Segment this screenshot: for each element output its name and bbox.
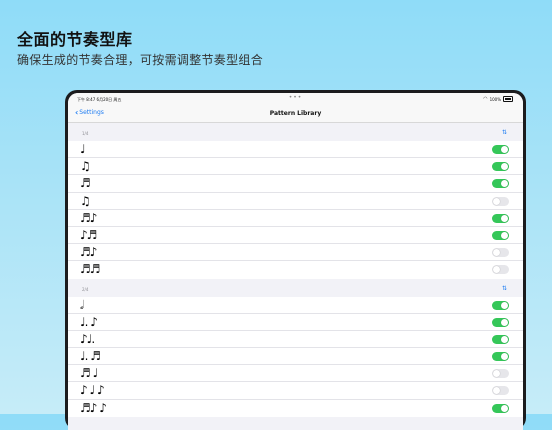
toggle-knob — [501, 163, 508, 171]
rhythm-pattern-notation: ♬ ♩ — [80, 366, 98, 381]
toggle-knob — [501, 231, 508, 239]
enable-toggle[interactable] — [492, 213, 509, 223]
rhythm-pattern-notation: ♫ — [80, 193, 91, 208]
toggle-knob — [493, 266, 500, 274]
rhythm-pattern-notation: ♩ — [80, 142, 86, 156]
rhythm-pattern-notation: ♬♪ — [80, 210, 97, 225]
page-title: Pattern Library — [269, 110, 322, 117]
enable-toggle[interactable] — [492, 265, 509, 275]
toggle-knob — [493, 370, 500, 378]
enable-toggle[interactable] — [492, 248, 509, 258]
pattern-row: ♩. ♬ — [68, 348, 523, 366]
pattern-row: ♬♬ — [68, 261, 523, 279]
enable-toggle[interactable] — [492, 162, 509, 172]
pattern-row: ♪ ♩ ♪ — [68, 382, 523, 400]
enable-toggle[interactable] — [492, 403, 509, 413]
toggle-knob — [501, 180, 508, 188]
toggle-knob — [501, 318, 508, 326]
pattern-row: ♪♬ — [68, 226, 523, 245]
pattern-row: ♫ — [68, 158, 523, 176]
rhythm-pattern-notation: ♬♬ — [80, 262, 100, 277]
rhythm-pattern-notation: ♪♬ — [80, 227, 97, 242]
ipad-frame: 下午 8:47 6月20日 周五 ••• ◠ 100% ‹ Settings P… — [65, 90, 526, 430]
enable-toggle[interactable] — [492, 145, 509, 154]
toggle-knob — [493, 387, 500, 395]
status-right: ◠ 100% — [483, 96, 513, 102]
wifi-icon: ◠ — [483, 96, 488, 102]
enable-toggle[interactable] — [492, 369, 509, 379]
rhythm-pattern-notation: ♪ ♩ ♪ — [80, 383, 105, 398]
pattern-row: ♬♪ — [68, 244, 523, 262]
pattern-row: ♩. ♪ — [68, 313, 523, 331]
pattern-row: 𝅗𝅥 — [68, 296, 523, 314]
section-label: 2/4 — [82, 286, 89, 292]
toggle-knob — [501, 353, 508, 361]
toggle-knob — [493, 249, 500, 257]
enable-toggle[interactable] — [492, 179, 509, 189]
status-time: 下午 8:47 6月20日 周五 — [77, 97, 122, 102]
app-screen: 下午 8:47 6月20日 周五 ••• ◠ 100% ‹ Settings P… — [68, 93, 523, 430]
rhythm-pattern-notation: 𝅗𝅥 — [80, 297, 84, 312]
section-header: 1/4 ⇅ — [68, 123, 523, 141]
pattern-row: ♬♪ — [68, 209, 523, 227]
toggle-knob — [501, 301, 508, 309]
pattern-row: ♫ — [68, 192, 523, 210]
promo-title: 全面的节奏型库 — [17, 30, 133, 49]
status-bar: 下午 8:47 6月20日 周五 ••• ◠ 100% — [68, 93, 523, 105]
rhythm-pattern-notation: ♬♪ — [80, 245, 97, 260]
battery-icon — [503, 96, 513, 102]
rhythm-pattern-notation: ♬ — [80, 176, 91, 191]
promo-subtitle: 确保生成的节奏合理，可按需调整节奏型组合 — [17, 53, 264, 67]
rhythm-pattern-notation: ♬♪ ♪ — [80, 400, 107, 415]
enable-toggle[interactable] — [492, 300, 509, 310]
toggle-knob — [501, 335, 508, 343]
toggle-knob — [501, 214, 508, 222]
pattern-row: ♪♩. — [68, 330, 523, 349]
pattern-row: ♩ — [68, 141, 523, 159]
enable-toggle[interactable] — [492, 386, 509, 396]
pattern-row: ♬ — [68, 175, 523, 193]
rhythm-pattern-notation: ♩. ♬ — [80, 349, 101, 364]
enable-toggle[interactable] — [492, 334, 509, 344]
enable-toggle[interactable] — [492, 317, 509, 327]
rhythm-pattern-notation: ♫ — [80, 159, 91, 174]
navigation-bar: ‹ Settings Pattern Library — [68, 105, 523, 123]
enable-toggle[interactable] — [492, 230, 509, 240]
enable-toggle[interactable] — [492, 196, 509, 206]
toggle-knob — [501, 404, 508, 412]
pattern-list: 1/4 ⇅ ♩ ♫ ♬ ♫ ♬♪ ♪♬ ♬♪ ♬♬ 2/4 ⇅ 𝅗𝅥 ♩. ♪ ♪♩. ♩. ♬ ♬ ♩ ♪ ♩ … — [68, 123, 523, 417]
pattern-row: ♬♪ ♪ — [68, 399, 523, 417]
pattern-row: ♬ ♩ — [68, 365, 523, 383]
enable-toggle[interactable] — [492, 352, 509, 362]
rhythm-pattern-notation: ♪♩. — [80, 331, 95, 346]
sort-icon[interactable]: ⇅ — [502, 285, 507, 292]
multitask-dots-icon[interactable]: ••• — [289, 94, 303, 101]
section-header: 2/4 ⇅ — [68, 279, 523, 297]
toggle-knob — [493, 197, 500, 205]
toggle-knob — [501, 146, 508, 153]
battery-percent: 100% — [489, 96, 501, 102]
sort-icon[interactable]: ⇅ — [502, 129, 507, 136]
rhythm-pattern-notation: ♩. ♪ — [80, 314, 98, 329]
section-label: 1/4 — [82, 131, 89, 136]
